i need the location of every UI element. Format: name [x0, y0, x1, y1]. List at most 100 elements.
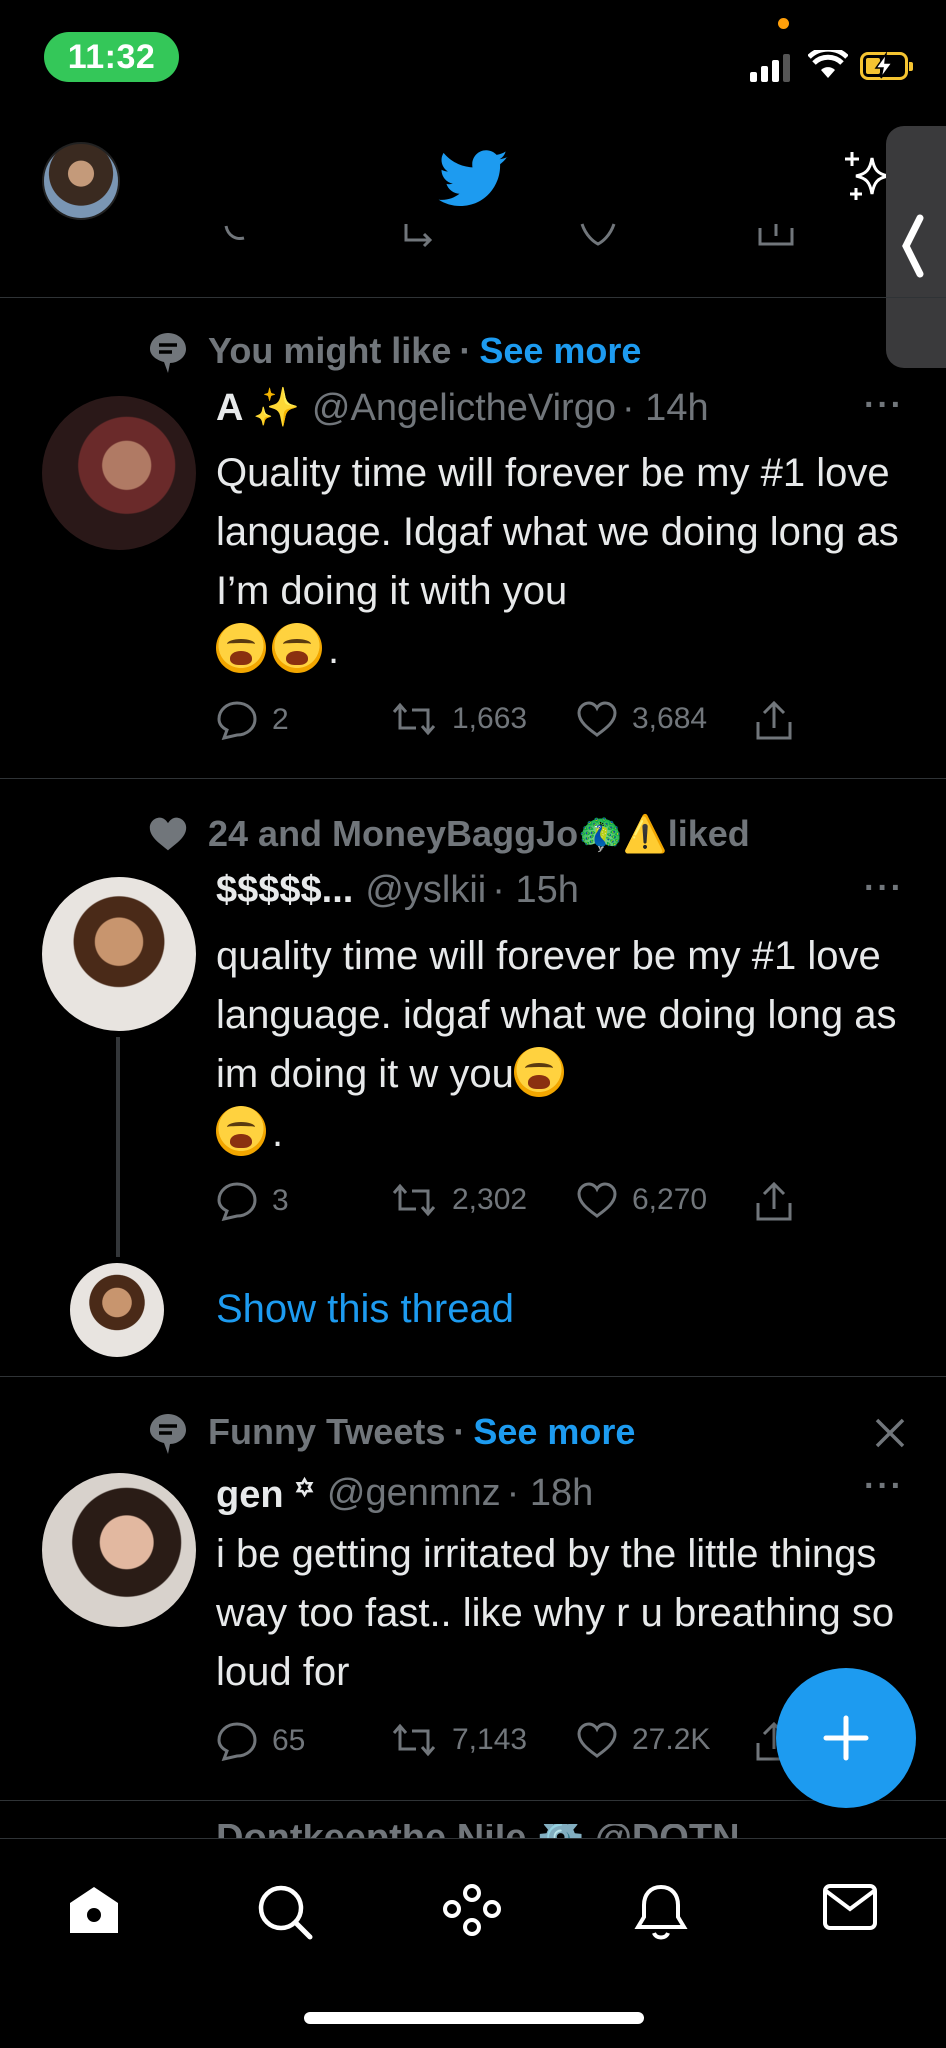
tweet-text-suffix: .: [272, 1111, 284, 1155]
tweet-actions: 3 2,302 6,270: [216, 1181, 816, 1227]
display-name[interactable]: $$$$$...: [216, 869, 353, 912]
tweet-actions: 65 7,143 27.2K: [216, 1721, 816, 1767]
handle[interactable]: @yslkii: [365, 869, 486, 912]
reply-count: 65: [272, 1724, 306, 1757]
spaces-icon[interactable]: [442, 1883, 502, 1941]
share-button[interactable]: [754, 1181, 794, 1223]
tweet-context: 24 and MoneyBaggJo🦚⚠️liked: [148, 813, 750, 855]
divider: [0, 297, 946, 298]
context-separator: ·: [459, 330, 472, 371]
loudly-crying-emoji: [272, 623, 322, 673]
share-icon: [756, 1181, 792, 1221]
like-count: 6,270: [632, 1183, 708, 1216]
display-name[interactable]: gen ꙳: [216, 1467, 315, 1519]
topic-bubble-icon: [148, 1412, 188, 1454]
tweet-context: You might like · See more: [148, 330, 641, 373]
retweet-button[interactable]: 1,663: [390, 700, 527, 738]
retweet-count: 2,302: [452, 1183, 528, 1216]
reply-icon[interactable]: [222, 222, 256, 248]
retweet-button[interactable]: 2,302: [390, 1181, 527, 1219]
more-options-icon[interactable]: ···: [864, 386, 904, 425]
context-label: Funny Tweets: [208, 1411, 446, 1452]
search-icon[interactable]: [256, 1883, 314, 1941]
see-more-link[interactable]: See more: [473, 1411, 635, 1453]
tweet-time: · 14h: [621, 386, 709, 429]
divider: [0, 1800, 946, 1801]
reply-icon: [217, 701, 257, 740]
divider: [0, 1376, 946, 1377]
display-name[interactable]: A ✨: [216, 386, 300, 430]
retweet-icon: [392, 1723, 436, 1757]
retweet-button[interactable]: 7,143: [390, 1721, 527, 1759]
context-separator: ·: [453, 1411, 466, 1452]
messages-envelope-icon[interactable]: [822, 1883, 878, 1931]
tweet-time: · 15h: [492, 869, 579, 911]
retweet-icon: [392, 702, 436, 736]
cellular-signal-icon: [750, 52, 790, 82]
show-thread-link[interactable]: Show this thread: [216, 1287, 514, 1332]
author-avatar[interactable]: [42, 877, 196, 1031]
previous-tweet-actions: [0, 222, 946, 262]
more-options-icon[interactable]: ···: [864, 1467, 904, 1506]
tweet-text-suffix: .: [328, 628, 340, 672]
loudly-crying-emoji: [513, 1047, 564, 1097]
plus-icon: [823, 1715, 869, 1761]
loudly-crying-emoji: [216, 623, 266, 673]
tweet-text: i be getting irritated by the little thi…: [216, 1532, 895, 1694]
like-button[interactable]: 27.2K: [576, 1721, 710, 1759]
like-button[interactable]: 3,684: [576, 700, 707, 738]
loudly-crying-emoji: [216, 1106, 266, 1156]
home-icon[interactable]: [66, 1883, 122, 1939]
close-icon[interactable]: [874, 1417, 906, 1449]
retweet-icon[interactable]: [400, 222, 444, 248]
thread-connector: [116, 1037, 120, 1257]
like-button[interactable]: 6,270: [576, 1181, 707, 1219]
divider: [0, 778, 946, 779]
heart-icon: [577, 701, 617, 737]
notifications-bell-icon[interactable]: [634, 1883, 688, 1941]
status-time[interactable]: 11:32: [44, 32, 179, 82]
tweet-context: Funny Tweets · See more: [148, 1411, 635, 1454]
heart-filled-icon: [148, 814, 188, 854]
reply-icon: [217, 1182, 257, 1221]
share-button[interactable]: [754, 700, 794, 742]
share-icon[interactable]: [756, 222, 796, 248]
heart-icon: [577, 1182, 617, 1218]
reply-icon: [217, 1722, 257, 1761]
author-avatar[interactable]: [42, 396, 196, 550]
more-options-icon[interactable]: ···: [864, 869, 904, 908]
privacy-indicator-dot: [778, 18, 789, 29]
tweet-actions: 2 1,663 3,684: [216, 700, 816, 746]
tweet-header: $$$$$... @yslkii · 15h: [216, 869, 579, 912]
profile-avatar[interactable]: [42, 142, 120, 220]
twitter-bird-icon[interactable]: [438, 150, 510, 208]
heart-icon[interactable]: [578, 222, 618, 248]
tweet-header: A ✨ @AngelictheVirgo · 14h: [216, 386, 709, 430]
reply-count: 2: [272, 703, 289, 736]
tweet-text-content: Quality time will forever be my #1 love …: [216, 451, 899, 613]
share-icon: [756, 700, 792, 740]
home-indicator[interactable]: [304, 2012, 644, 2024]
wifi-icon: [808, 50, 848, 78]
tweet-text: Quality time will forever be my #1 love …: [216, 444, 906, 680]
next-tweet-header: Dontkeepthe Nile ⚙️ @DOTN: [216, 1824, 740, 1838]
compose-tweet-button[interactable]: [776, 1668, 916, 1808]
status-bar: 11:32: [0, 0, 946, 120]
topic-bubble-icon: [148, 331, 188, 373]
see-more-link[interactable]: See more: [479, 330, 641, 372]
charging-bolt-icon: [874, 52, 894, 79]
reply-button[interactable]: 65: [216, 1721, 305, 1761]
like-count: 27.2K: [632, 1723, 711, 1756]
thread-avatar[interactable]: [70, 1263, 164, 1357]
reply-button[interactable]: 2: [216, 700, 289, 740]
sparkle-icon[interactable]: [842, 148, 890, 208]
retweet-count: 1,663: [452, 702, 528, 735]
heart-icon: [577, 1722, 617, 1758]
tweet-time: · 18h: [506, 1471, 594, 1514]
tweet-header: gen ꙳ @genmnz · 18h: [216, 1467, 593, 1519]
handle[interactable]: @genmnz: [327, 1472, 501, 1515]
handle[interactable]: @AngelictheVirgo: [312, 387, 616, 430]
author-avatar[interactable]: [42, 1473, 196, 1627]
reply-button[interactable]: 3: [216, 1181, 289, 1221]
timeline-header: [0, 120, 946, 230]
